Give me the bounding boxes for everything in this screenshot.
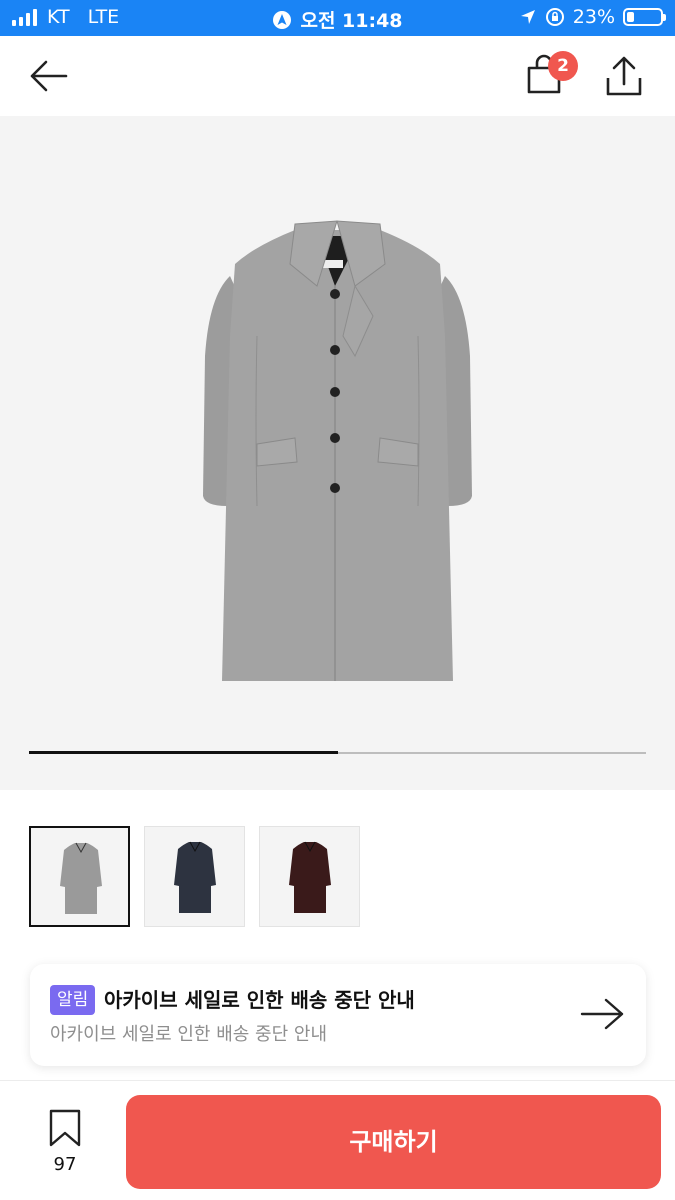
product-coat-image <box>203 220 472 681</box>
gallery-progress-bar <box>29 751 646 754</box>
bottom-divider <box>0 1080 675 1081</box>
thumbnail-gray[interactable] <box>29 826 130 927</box>
buy-button[interactable]: 구매하기 <box>126 1095 661 1189</box>
location-arrow-icon <box>520 10 535 24</box>
battery-percent: 23% <box>572 6 615 28</box>
thumbnail-coat-image <box>289 841 331 913</box>
notice-subtitle: 아카이브 세일로 인한 배송 중단 안내 <box>50 1024 328 1045</box>
navigation-app-icon <box>273 10 292 29</box>
status-bar: KT LTE 오전 11:48 23% <box>0 0 675 36</box>
share-icon <box>606 56 642 96</box>
clock: 오전 11:48 <box>300 10 403 32</box>
rotation-lock-icon <box>545 8 564 26</box>
thumbnail-burgundy[interactable] <box>259 826 360 927</box>
product-image-gallery[interactable] <box>0 116 675 790</box>
notice-tag: 알림 <box>50 985 96 1015</box>
status-right: 23% <box>519 6 666 28</box>
battery-icon <box>623 8 666 26</box>
gallery-progress-fill <box>29 751 338 754</box>
thumbnail-coat-image <box>60 842 102 914</box>
arrow-right-icon <box>580 998 624 1030</box>
notice-card[interactable]: 알림 아카이브 세일로 인한 배송 중단 안내 아카이브 세일로 인한 배송 중… <box>30 964 646 1066</box>
thumbnail-navy[interactable] <box>144 826 245 927</box>
back-button[interactable] <box>26 54 72 98</box>
bookmark-count: 97 <box>53 1154 77 1175</box>
bookmark-button[interactable]: 97 <box>30 1100 100 1180</box>
back-arrow-icon <box>30 60 68 92</box>
bookmark-icon <box>49 1109 81 1147</box>
share-button[interactable] <box>602 54 646 100</box>
cart-count-badge: 2 <box>548 51 578 81</box>
thumbnail-coat-image <box>174 841 216 913</box>
notice-title: 아카이브 세일로 인한 배송 중단 안내 <box>104 988 415 1012</box>
